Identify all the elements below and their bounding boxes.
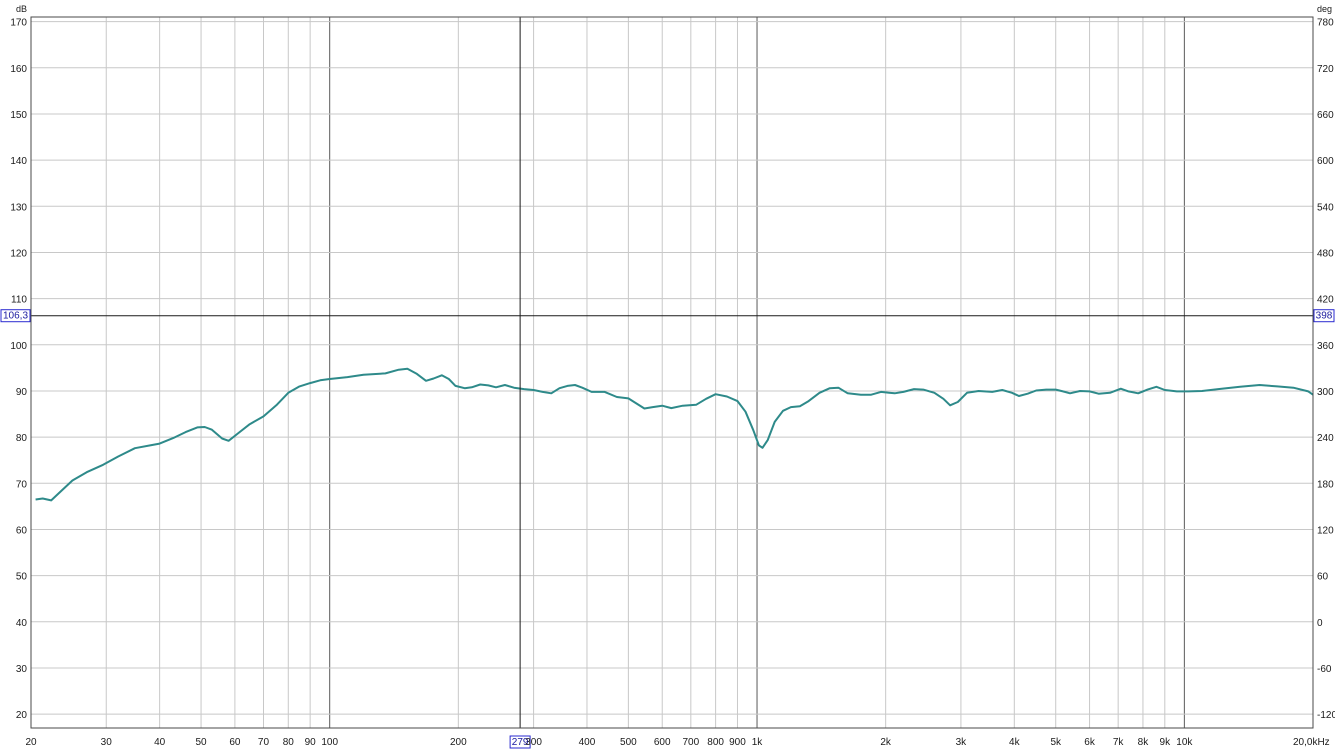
x-tick-label: 50	[195, 737, 207, 748]
y-tick-label: 70	[16, 479, 28, 490]
x-tick-label: 90	[305, 737, 317, 748]
cursor-y-label: 106,3	[3, 311, 28, 322]
frequency-response-chart: 106,3 398279 20 30 40 50 60 70 80 90 100 200 300 400…	[0, 0, 1335, 751]
y-tick-label: 40	[16, 618, 28, 629]
x-tick-label: 2k	[880, 737, 892, 748]
x-tick-label: 4k	[1009, 737, 1021, 748]
y2-tick-label: 0	[1317, 618, 1323, 629]
x-tick-label: 700	[682, 737, 699, 748]
y-tick-label: 90	[16, 387, 28, 398]
y2-tick-label: 60	[1317, 572, 1329, 583]
right-unit-label: deg	[1317, 4, 1332, 14]
y2-tick-label: 540	[1317, 202, 1334, 213]
y2-tick-label: 660	[1317, 110, 1334, 121]
x-unit-label: 20,0kHz	[1293, 737, 1330, 748]
x-tick-label: 9k	[1160, 737, 1172, 748]
y-tick-label: 130	[10, 202, 27, 213]
y-tick-label: 110	[11, 295, 27, 306]
y-tick-label: 160	[10, 64, 27, 75]
x-tick-label: 900	[729, 737, 746, 748]
y-tick-label: 30	[16, 664, 28, 675]
x-tick-label: 7k	[1113, 737, 1125, 748]
y2-tick-label: 720	[1317, 64, 1334, 75]
x-tick-label: 100	[321, 737, 338, 748]
y2-tick-label: 180	[1317, 479, 1334, 490]
x-tick-label: 60	[229, 737, 241, 748]
y-tick-label: 50	[16, 572, 28, 583]
y-tick-label: 120	[10, 248, 27, 259]
x-tick-label: 40	[154, 737, 166, 748]
y2-tick-label: 120	[1317, 525, 1334, 536]
x-tick-label: 300	[525, 737, 542, 748]
x-tick-label: 500	[620, 737, 637, 748]
y2-tick-label: 300	[1317, 387, 1334, 398]
y2-tick-label: 360	[1317, 341, 1334, 352]
x-tick-label: 8k	[1138, 737, 1150, 748]
x-tick-label: 3k	[956, 737, 968, 748]
y-tick-label: 140	[10, 156, 27, 167]
y-tick-label: 100	[10, 341, 27, 352]
plot-background	[0, 0, 1335, 751]
y2-tick-label: 600	[1317, 156, 1334, 167]
y-tick-label: 60	[16, 525, 28, 536]
y2-tick-label: 240	[1317, 433, 1334, 444]
left-unit-label: dB	[16, 4, 27, 14]
x-tick-label: 800	[707, 737, 724, 748]
y-tick-label: 150	[10, 110, 27, 121]
y2-tick-label: -120	[1317, 710, 1335, 721]
x-tick-label: 400	[579, 737, 596, 748]
y-tick-label: 80	[16, 433, 28, 444]
y-tick-label: 170	[10, 18, 27, 29]
x-tick-label: 5k	[1050, 737, 1062, 748]
x-tick-label: 20	[25, 737, 37, 748]
y2-tick-label: 780	[1317, 18, 1334, 29]
cursor-y2-label: 398	[1316, 311, 1333, 322]
x-tick-label: 80	[283, 737, 295, 748]
x-tick-label: 1k	[752, 737, 764, 748]
y2-tick-label: -60	[1317, 664, 1332, 675]
x-tick-label: 600	[654, 737, 671, 748]
y2-tick-label: 480	[1317, 248, 1334, 259]
x-tick-label: 200	[450, 737, 467, 748]
x-tick-label: 30	[101, 737, 113, 748]
x-tick-label: 10k	[1176, 737, 1193, 748]
y2-tick-label: 420	[1317, 295, 1334, 306]
y-tick-label: 20	[16, 710, 28, 721]
x-tick-label: 70	[258, 737, 270, 748]
x-tick-label: 6k	[1084, 737, 1096, 748]
